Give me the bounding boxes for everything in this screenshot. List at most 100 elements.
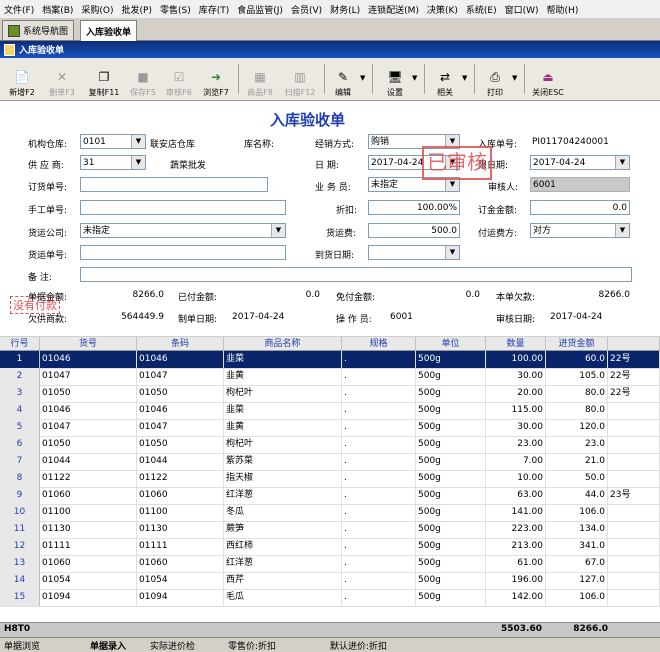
tab-receipt[interactable]: 入库验收单 [80, 20, 138, 41]
freight-payer-select[interactable]: 对方 ▼ [530, 223, 630, 238]
quantity[interactable]: 10.00 [486, 470, 546, 487]
amount[interactable]: 44.0 [546, 487, 608, 504]
note[interactable] [608, 504, 660, 521]
amount[interactable]: 134.0 [546, 521, 608, 538]
quantity[interactable]: 141.00 [486, 504, 546, 521]
product-name[interactable]: 枸杞叶 [224, 385, 342, 402]
item-no[interactable]: 01050 [40, 385, 137, 402]
unit[interactable]: 500g [416, 368, 486, 385]
item-no[interactable]: 01054 [40, 572, 137, 589]
product-name[interactable]: 韭菜 [224, 402, 342, 419]
print-button[interactable]: ⎙ 打印 [480, 60, 510, 98]
barcode[interactable]: 01050 [137, 385, 224, 402]
copy-button[interactable]: ❐ 复制F11 [84, 60, 124, 98]
barcode[interactable]: 01050 [137, 436, 224, 453]
row-number[interactable]: 7 [0, 453, 40, 470]
audit-button[interactable]: ☑ 审核F6 [162, 60, 196, 98]
spec[interactable]: . [342, 351, 416, 368]
item-no[interactable]: 01122 [40, 470, 137, 487]
item-no[interactable]: 01060 [40, 555, 137, 572]
product-name[interactable]: 枸杞叶 [224, 436, 342, 453]
barcode[interactable]: 01111 [137, 538, 224, 555]
menu-file[interactable]: 文件(F) [0, 3, 38, 16]
quantity[interactable]: 23.00 [486, 436, 546, 453]
tab-default-discount[interactable]: 默认进价:折扣 [330, 639, 387, 652]
header-barcode[interactable]: 条码 [137, 337, 224, 351]
unit[interactable]: 500g [416, 504, 486, 521]
header-quantity[interactable]: 数量 [486, 337, 546, 351]
delete-button[interactable]: ✕ 删单F3 [44, 60, 80, 98]
barcode[interactable]: 01130 [137, 521, 224, 538]
note[interactable] [608, 572, 660, 589]
row-number[interactable]: 8 [0, 470, 40, 487]
table-row[interactable]: 10 01100 01100 冬瓜. 500g 141.00 106.0 [0, 504, 660, 522]
header-item-no[interactable]: 货号 [40, 337, 137, 351]
row-number[interactable]: 10 [0, 504, 40, 521]
tab-bill-browse[interactable]: 单据浏览 [4, 639, 40, 652]
amount[interactable]: 21.0 [546, 453, 608, 470]
table-row[interactable]: 6 01050 01050 枸杞叶. 500g 23.00 23.0 [0, 436, 660, 454]
unit[interactable]: 500g [416, 572, 486, 589]
barcode[interactable]: 01046 [137, 351, 224, 368]
row-number[interactable]: 9 [0, 487, 40, 504]
freight-fee-field[interactable]: 500.0 [368, 223, 460, 238]
related-dropdown-arrow-icon[interactable]: ▼ [462, 74, 467, 82]
amount[interactable]: 80.0 [546, 385, 608, 402]
spec[interactable]: . [342, 470, 416, 487]
spec[interactable]: . [342, 521, 416, 538]
tab-bill-entry[interactable]: 单据录入 [90, 639, 126, 652]
quantity[interactable]: 115.00 [486, 402, 546, 419]
product-name[interactable]: 冬瓜 [224, 504, 342, 521]
note[interactable]: 22号 [608, 368, 660, 385]
quantity[interactable]: 63.00 [486, 487, 546, 504]
spec[interactable]: . [342, 504, 416, 521]
item-no[interactable]: 01047 [40, 368, 137, 385]
table-row[interactable]: 2 01047 01047 韭黄. 500g 30.00 105.0 22号 [0, 368, 660, 386]
header-note[interactable] [608, 337, 660, 351]
table-row[interactable]: 8 01122 01122 指天椒. 500g 10.00 50.0 [0, 470, 660, 488]
amount[interactable]: 106.0 [546, 589, 608, 606]
menu-inventory[interactable]: 库存(T) [195, 3, 234, 16]
new-button[interactable]: 📄 新增F2 [4, 60, 40, 98]
item-no[interactable]: 01046 [40, 351, 137, 368]
chevron-down-icon[interactable]: ▼ [445, 246, 459, 259]
spec[interactable]: . [342, 487, 416, 504]
menu-chain-delivery[interactable]: 连锁配送(M) [364, 3, 423, 16]
freight-company-select[interactable]: 未指定 ▼ [80, 223, 286, 238]
deposit-field[interactable]: 0.0 [530, 200, 630, 215]
note[interactable]: 23号 [608, 487, 660, 504]
menu-member[interactable]: 会员(V) [287, 3, 326, 16]
unit[interactable]: 500g [416, 521, 486, 538]
item-no[interactable]: 01060 [40, 487, 137, 504]
spec[interactable]: . [342, 555, 416, 572]
unit[interactable]: 500g [416, 470, 486, 487]
barcode[interactable]: 01094 [137, 589, 224, 606]
menu-wholesale[interactable]: 批发(P) [118, 3, 156, 16]
menu-purchase[interactable]: 采购(O) [77, 3, 117, 16]
amount[interactable]: 106.0 [546, 504, 608, 521]
table-row[interactable]: 5 01047 01047 韭黄. 500g 30.00 120.0 [0, 419, 660, 437]
row-number[interactable]: 14 [0, 572, 40, 589]
amount[interactable]: 23.0 [546, 436, 608, 453]
print-dropdown-arrow-icon[interactable]: ▼ [512, 74, 517, 82]
note[interactable] [608, 521, 660, 538]
arrive-date-field[interactable]: ▼ [368, 245, 460, 260]
product-name[interactable]: 红洋葱 [224, 487, 342, 504]
spec[interactable]: . [342, 589, 416, 606]
scan-button[interactable]: ▥ 扫描F12 [280, 60, 320, 98]
product-name[interactable]: 红洋葱 [224, 555, 342, 572]
quantity[interactable]: 7.00 [486, 453, 546, 470]
product-name[interactable]: 韭黄 [224, 368, 342, 385]
tab-actual-price[interactable]: 实际进价检 [150, 639, 195, 652]
barcode[interactable]: 01054 [137, 572, 224, 589]
amount[interactable]: 80.0 [546, 402, 608, 419]
barcode[interactable]: 01047 [137, 368, 224, 385]
amount[interactable]: 50.0 [546, 470, 608, 487]
settings-dropdown-arrow-icon[interactable]: ▼ [412, 74, 417, 82]
barcode[interactable]: 01046 [137, 402, 224, 419]
table-row[interactable]: 3 01050 01050 枸杞叶. 500g 20.00 80.0 22号 [0, 385, 660, 403]
header-spec[interactable]: 规格 [342, 337, 416, 351]
spec[interactable]: . [342, 402, 416, 419]
quantity[interactable]: 223.00 [486, 521, 546, 538]
item-no[interactable]: 01100 [40, 504, 137, 521]
